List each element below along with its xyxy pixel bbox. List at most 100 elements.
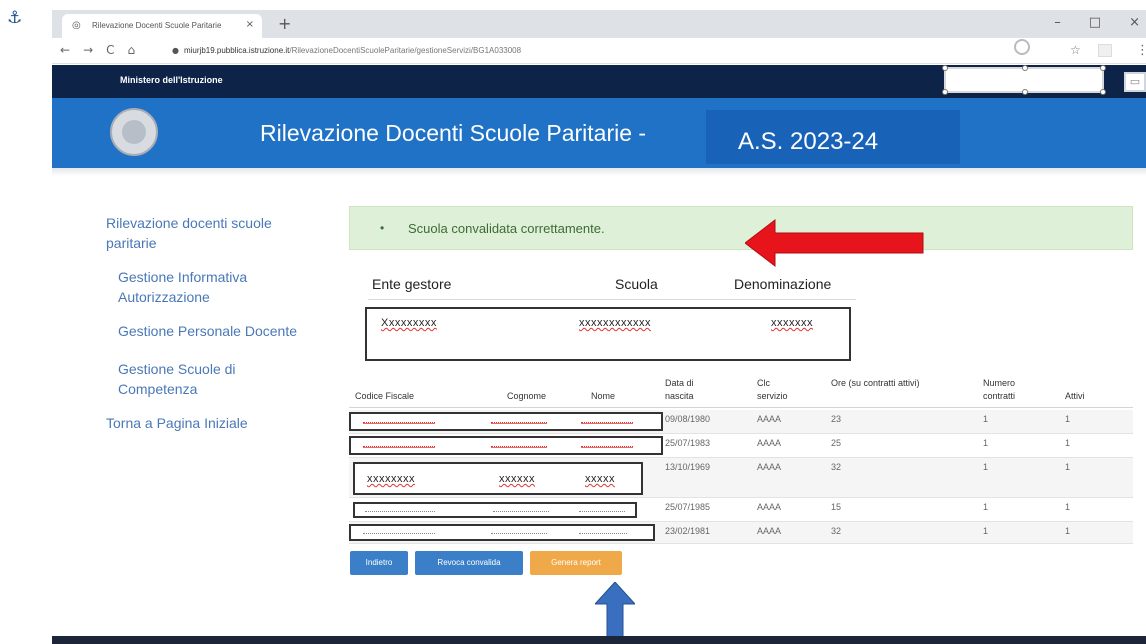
cell-attivi: 1: [1065, 526, 1071, 536]
sidebar-item-home[interactable]: Torna a Pagina Iniziale: [106, 413, 316, 433]
tab-title: Rilevazione Docenti Scuole Paritarie: [92, 21, 222, 30]
redacted-cognome: [491, 446, 547, 448]
cell-numero: 1: [983, 438, 989, 448]
redacted-nome: [581, 422, 633, 424]
cell-attivi: 1: [1065, 438, 1071, 448]
cell-attivi: 1: [1065, 414, 1071, 424]
browser-tab[interactable]: ◎ Rilevazione Docenti Scuole Paritarie ×: [62, 14, 262, 38]
cell-data-nascita: 25/07/1983: [665, 438, 711, 448]
redacted-codice: [363, 422, 435, 424]
pin-circle: [1014, 39, 1030, 55]
close-window-button[interactable]: ×: [1129, 15, 1140, 30]
table-row[interactable]: 23/02/1981 AAAA 32 1 1: [349, 522, 1133, 544]
redacted-cognome: [491, 422, 547, 424]
globe-icon: ◎: [72, 20, 81, 31]
scuola-header: Scuola: [615, 276, 658, 292]
url-field[interactable]: ● miurjb19.pubblica.istruzione.it/Rilevaz…: [162, 41, 1012, 60]
bookmark-icon[interactable]: ☆: [1070, 43, 1081, 57]
home-icon[interactable]: ⌂: [128, 43, 136, 57]
cell-clc: AAAA: [757, 414, 782, 424]
sidebar: Rilevazione docenti scuole paritarie Ges…: [106, 213, 336, 433]
os-left-strip: ⚓: [0, 0, 52, 644]
redaction-box: xxxxxxxx xxxxxx xxxxx: [353, 462, 643, 495]
cell-numero: 1: [983, 502, 989, 512]
cell-ore: 32: [831, 462, 842, 472]
cell-ore: 32: [831, 526, 842, 536]
cell-ore: 23: [831, 414, 842, 424]
col-numero-contratti: Numero contratti: [983, 378, 1016, 401]
url-host: miurjb19.pubblica.istruzione.it: [183, 46, 290, 55]
cell-data-nascita: 13/10/1969: [665, 462, 711, 472]
resize-handle: [942, 65, 948, 71]
redacted-cognome: [493, 511, 549, 512]
blue-arrow-annotation: [595, 582, 635, 644]
redacted-codice: [365, 511, 435, 512]
tab-bar: ◎ Rilevazione Docenti Scuole Paritarie ×…: [52, 10, 1146, 38]
cell-attivi: 1: [1065, 462, 1071, 472]
cell-data-nascita: 09/08/1980: [665, 414, 711, 424]
col-data-nascita: Data di nascita: [665, 378, 694, 401]
table-row[interactable]: xxxxxxxx xxxxxx xxxxx 13/10/1969 AAAA 32…: [349, 458, 1133, 498]
col-ore: Ore (su contratti attivi): [831, 378, 920, 388]
screen-icon[interactable]: ▭: [1124, 72, 1146, 92]
sidebar-item-scuole[interactable]: Gestione Scuole di Competenza: [118, 359, 298, 399]
denominazione-value: xxxxxxx: [771, 317, 813, 329]
sidebar-item-informativa[interactable]: Gestione Informativa Autorizzazione: [118, 267, 298, 307]
extension-icon[interactable]: [1098, 44, 1112, 57]
cell-ore: 25: [831, 438, 842, 448]
cell-data-nascita: 25/07/1985: [665, 502, 711, 512]
minimize-button[interactable]: –: [1054, 15, 1061, 30]
url-path: /RilevazioneDocentiScuoleParitarie/gesti…: [289, 46, 522, 55]
cell-numero: 1: [983, 414, 989, 424]
redaction-box: [349, 436, 663, 455]
back-button[interactable]: Indietro: [350, 551, 408, 575]
table-row[interactable]: 25/07/1985 AAAA 15 1 1: [349, 498, 1133, 522]
cell-numero: 1: [983, 526, 989, 536]
redacted-nome: [581, 446, 633, 448]
table-row[interactable]: 09/08/1980 AAAA 23 1 1: [349, 410, 1133, 434]
ministry-bar: Ministero dell'Istruzione ▭: [52, 65, 1146, 98]
red-arrow-shape: [745, 218, 924, 268]
redacted-nome: [579, 511, 625, 512]
col-nome: Nome: [591, 391, 616, 401]
resize-handle: [1022, 89, 1028, 95]
cell-ore: 15: [831, 502, 842, 512]
col-attivi: Attivi: [1065, 391, 1085, 401]
banner-shadow: [52, 168, 1146, 176]
school-year-label: A.S. 2023-24: [738, 128, 879, 155]
table-row[interactable]: 25/07/1983 AAAA 25 1 1: [349, 434, 1133, 458]
cell-numero: 1: [983, 462, 989, 472]
close-tab-icon[interactable]: ×: [246, 19, 254, 30]
cell-cognome: xxxxxx: [499, 473, 535, 485]
browser-window: ◎ Rilevazione Docenti Scuole Paritarie ×…: [52, 0, 1146, 644]
denominazione-header: Denominazione: [734, 276, 832, 292]
ministry-name: Ministero dell'Istruzione: [120, 75, 223, 85]
maximize-button[interactable]: □: [1089, 15, 1101, 30]
alert-bullet: •: [380, 221, 385, 235]
redacted-cognome: [491, 533, 547, 534]
scuola-value: xxxxxxxxxxxx: [579, 317, 651, 329]
cell-clc: AAAA: [757, 438, 782, 448]
reload-icon[interactable]: C: [106, 43, 114, 57]
back-icon[interactable]: ←: [60, 43, 70, 57]
sidebar-item-personale[interactable]: Gestione Personale Docente: [118, 321, 298, 341]
nav-buttons: ← → C ⌂: [60, 43, 135, 57]
forward-icon[interactable]: →: [83, 43, 93, 57]
redaction-box: [349, 524, 655, 541]
col-cognome: Cognome: [507, 391, 547, 401]
new-tab-button[interactable]: +: [278, 14, 291, 33]
sidebar-item-rilevazione[interactable]: Rilevazione docenti scuole paritarie: [106, 213, 316, 253]
redaction-box: [349, 412, 663, 431]
anchor-icon[interactable]: ⚓: [7, 8, 22, 28]
generate-report-button[interactable]: Genera report: [530, 551, 622, 575]
page-title: Rilevazione Docenti Scuole Paritarie -: [260, 120, 647, 146]
browser-menu-icon[interactable]: ⋮: [1136, 42, 1146, 58]
lock-icon: ●: [172, 46, 179, 55]
revoke-validation-button[interactable]: Revoca convalida: [415, 551, 523, 575]
republic-emblem-icon: [110, 108, 158, 156]
ente-gestore-value: Xxxxxxxxx: [381, 317, 437, 329]
ente-header: Ente gestore Scuola Denominazione: [368, 276, 856, 300]
redaction-box: [353, 502, 637, 518]
table-header: Codice Fiscale Cognome Nome Data di nasc…: [349, 372, 1133, 408]
alert-message: Scuola convalidata correttamente.: [408, 221, 605, 236]
